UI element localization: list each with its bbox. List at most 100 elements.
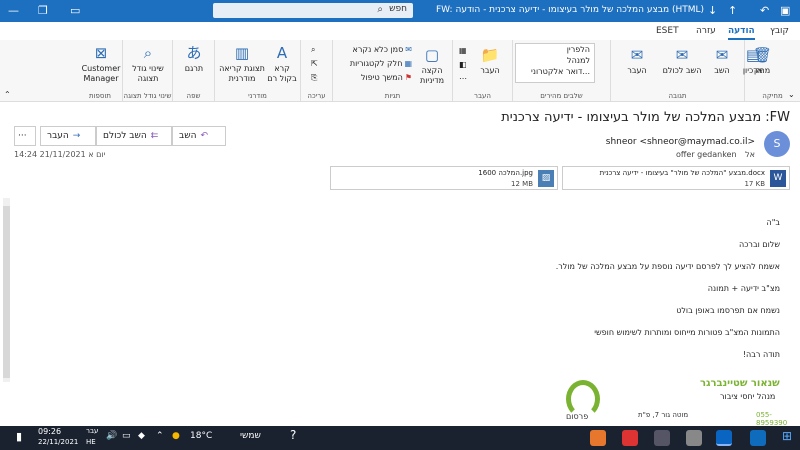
related-icon[interactable]: ⎘ xyxy=(311,73,317,83)
attachment-size: 17 KB xyxy=(744,180,765,188)
rules-icon[interactable]: ▦ xyxy=(459,46,467,55)
respond-group-label: תגובה xyxy=(668,92,687,100)
attachment-size: 12 MB xyxy=(511,180,533,188)
addins-group: ⊠ Customer Manager תוספות xyxy=(78,40,122,102)
select-icon[interactable]: ⇱ xyxy=(311,59,318,68)
minimize-button[interactable]: — xyxy=(8,4,19,17)
help-icon[interactable]: ? xyxy=(290,428,296,442)
language-indicator[interactable]: עבר xyxy=(86,427,98,435)
translate-label: תרגם xyxy=(184,64,204,73)
save-icon[interactable]: ▣ xyxy=(780,4,790,17)
body-line: התמונות המצ"ב פטורות מייחוס ומותרות לשימ… xyxy=(594,328,780,337)
attachment-jpg[interactable]: ▨ המלכה 1600.jpg 12 MB xyxy=(330,166,558,190)
calculator-icon[interactable] xyxy=(686,430,702,446)
more-actions-button[interactable]: ··· xyxy=(14,126,36,146)
title-bar: — ❐ ▭ ⌕ חפש FW: מבצע המלכה של מולר בעיצו… xyxy=(0,0,800,22)
speech-group-label: מודרני xyxy=(248,92,267,100)
reply-button[interactable]: השב ↶ xyxy=(172,126,226,146)
search-placeholder: חפש xyxy=(389,4,407,14)
zoom-button[interactable]: ⌕ שינוי גודל תצוגה xyxy=(125,44,171,84)
body-line: מצ"ב ידיעה + תמונה xyxy=(707,284,780,293)
restore-button[interactable]: ❐ xyxy=(38,4,48,17)
body-line: שלום וברכה xyxy=(738,240,780,249)
find-icon[interactable]: ⌕ xyxy=(311,45,315,55)
move-button[interactable]: 📁 העבר xyxy=(475,46,505,76)
avatar[interactable]: S xyxy=(764,131,790,157)
actions-icon[interactable]: ⋯ xyxy=(459,74,467,83)
start-icon[interactable]: ⊞ xyxy=(782,429,792,443)
move-group: 📁 העבר ▦ ◧ ⋯ העבר xyxy=(452,40,512,102)
firefox-icon[interactable] xyxy=(590,430,606,446)
forward-icon: ✉ xyxy=(630,46,644,64)
attachment-docx[interactable]: W מבצע "המלכה של מולר" בעיצומו - ידיעה צ… xyxy=(562,166,790,190)
signature-name: שנאור שטיינברגר xyxy=(700,378,780,389)
scrollbar-thumb[interactable] xyxy=(3,206,10,378)
tags-group-label: תגיות xyxy=(384,92,401,100)
immersive-reader-button[interactable]: ▥ תצוגת קריאה מודרנית xyxy=(219,44,265,84)
weather-text[interactable]: שמשי xyxy=(240,431,261,441)
sender-address[interactable]: shneor <shneor@maymad.co.il> xyxy=(480,137,755,147)
tab-eset[interactable]: ESET xyxy=(656,26,679,36)
forward-button[interactable]: העבר → xyxy=(40,126,96,146)
addins-group-label: תוספות xyxy=(89,92,111,100)
clock-time[interactable]: 09:26 xyxy=(38,427,61,436)
outlook-icon[interactable] xyxy=(716,430,732,446)
immersive-label: תצוגת קריאה מודרנית xyxy=(219,64,265,83)
mail-icon[interactable] xyxy=(750,430,766,446)
signature-phone: 055-8959390 xyxy=(756,411,788,427)
quickstep-item[interactable]: למנהל xyxy=(516,55,594,66)
window-title: FW: מבצע המלכה של מולר בעיצומו - ידיעה צ… xyxy=(436,5,705,15)
move-group-label: העבר xyxy=(474,92,491,100)
message-subject: מבצע המלכה של מולר בעיצומו - ידיעה צרכני… xyxy=(501,110,790,125)
undo-icon[interactable]: ↶ xyxy=(760,4,769,17)
body-line: נשמח אם תפרסמו באופן בולט xyxy=(676,306,780,315)
ribbon-reply-all-button[interactable]: ✉ השב לכולם xyxy=(661,46,703,76)
ribbon-reply-button[interactable]: ✉ השב xyxy=(707,46,737,76)
reply-icon: ✉ xyxy=(715,46,729,64)
notifications-icon[interactable]: ▮ xyxy=(16,430,22,443)
move-icon: 📁 xyxy=(480,46,500,64)
tab-message[interactable]: הודעה xyxy=(728,26,755,40)
onenote-icon[interactable]: ◧ xyxy=(459,60,467,69)
clock-date[interactable]: 22/11/2021 xyxy=(38,438,78,446)
temperature[interactable]: 18°C xyxy=(190,431,212,441)
categorize-button[interactable]: חלק לקטגוריות ▦ xyxy=(350,59,412,68)
attachment-name: מבצע "המלכה של מולר" בעיצומו - ידיעה צרכ… xyxy=(599,169,765,177)
immersive-reader-icon: ▥ xyxy=(234,44,250,62)
volume-icon[interactable]: 🔊 xyxy=(106,431,117,441)
ribbon-options-icon[interactable]: ⌄ xyxy=(788,90,795,99)
recipient-name[interactable]: offer gedanken xyxy=(676,150,737,159)
app-icon[interactable] xyxy=(622,430,638,446)
read-aloud-icon: A xyxy=(276,44,288,62)
archive-button[interactable]: ▤ ארכיון xyxy=(741,46,765,76)
ribbon-reply-label: השב xyxy=(714,66,730,75)
ribbon-forward-label: העבר xyxy=(627,66,647,75)
customer-manager-button[interactable]: ⊠ Customer Manager xyxy=(80,44,122,84)
search-icon: ⌕ xyxy=(377,4,383,15)
quickstep-item[interactable]: הלפרין xyxy=(516,44,594,55)
ribbon-forward-button[interactable]: ✉ העבר xyxy=(617,46,657,76)
followup-button[interactable]: המשך טיפול ⚑ xyxy=(361,73,412,82)
taskbar: ▮ 09:26 22/11/2021 עבר HE 🔊 ▭ ◆ ⌃ ● 18°C… xyxy=(0,426,800,450)
app-icon[interactable] xyxy=(654,430,670,446)
collapse-ribbon-icon[interactable]: ⌃ xyxy=(4,90,11,99)
assign-policy-button[interactable]: ▢ הקצה מדיניות xyxy=(415,46,449,86)
show-hidden-icon[interactable]: ⌃ xyxy=(156,431,164,441)
translate-button[interactable]: あ תרגם xyxy=(177,44,211,74)
read-aloud-button[interactable]: A קרא בקול רם xyxy=(267,44,297,84)
tab-help[interactable]: עזרה xyxy=(696,26,716,36)
up-arrow-icon[interactable]: ↑ xyxy=(728,4,737,17)
language-code[interactable]: HE xyxy=(86,438,96,446)
language-group: あ תרגם שפה xyxy=(172,40,214,102)
weather-icon[interactable]: ● xyxy=(172,431,180,441)
down-arrow-icon[interactable]: ↓ xyxy=(708,4,717,17)
dropbox-icon[interactable]: ◆ xyxy=(138,431,145,441)
quickstep-item[interactable]: דואר אלקטרוני... xyxy=(516,66,594,77)
mark-unread-button[interactable]: סמן כלא נקרא ✉ xyxy=(353,45,412,54)
image-file-icon: ▨ xyxy=(538,170,554,187)
ribbon-display-button[interactable]: ▭ xyxy=(70,4,80,17)
reply-all-button[interactable]: השב לכולם ⇇ xyxy=(96,126,172,146)
network-icon[interactable]: ▭ xyxy=(122,431,131,441)
search-box[interactable]: ⌕ חפש xyxy=(213,3,413,18)
tab-file[interactable]: קובץ xyxy=(770,26,789,36)
